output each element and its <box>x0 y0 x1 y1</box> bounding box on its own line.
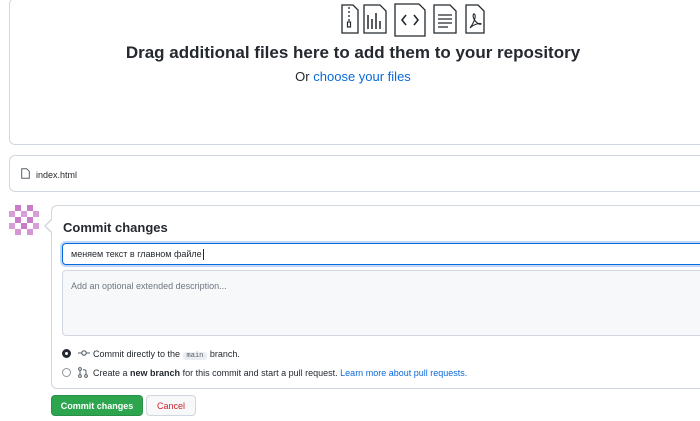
avatar <box>9 205 39 235</box>
commit-direct-prefix: Commit directly to the <box>93 349 181 359</box>
commit-summary-input[interactable]: меняем текст в главном файле <box>62 243 700 265</box>
branch-name-badge: main <box>182 352 208 360</box>
commit-changes-button[interactable]: Commit changes <box>51 395 143 416</box>
new-branch-bold: new branch <box>130 368 181 378</box>
file-chart-icon <box>363 4 387 34</box>
cancel-button[interactable]: Cancel <box>146 395 196 416</box>
radio-commit-direct[interactable] <box>62 349 71 358</box>
file-pdf-icon <box>465 4 485 34</box>
file-type-icons <box>10 3 700 37</box>
file-icon <box>21 168 30 179</box>
text-caret <box>202 249 204 261</box>
dropzone-or-text: Or <box>295 69 310 84</box>
description-placeholder: Add an optional extended description... <box>71 281 227 291</box>
file-list-row: index.html <box>9 155 700 192</box>
new-branch-prefix: Create a <box>93 368 128 378</box>
commit-title: Commit changes <box>63 220 168 235</box>
upload-dropzone[interactable]: Drag additional files here to add them t… <box>9 0 700 145</box>
new-branch-text: Create a new branch for this commit and … <box>93 368 467 378</box>
pull-request-icon <box>78 367 88 378</box>
learn-more-pr-link[interactable]: Learn more about pull requests. <box>340 368 467 378</box>
commit-summary-value: меняем текст в главном файле <box>71 249 202 259</box>
dropzone-subtitle: Or choose your files <box>4 69 700 84</box>
dropzone-title: Drag additional files here to add them t… <box>125 43 581 62</box>
file-code-icon <box>394 3 426 37</box>
git-commit-icon <box>78 350 90 356</box>
file-text-icon <box>433 4 457 34</box>
commit-form: Commit changes меняем текст в главном фа… <box>44 205 700 389</box>
radio-new-branch[interactable] <box>62 368 71 377</box>
commit-direct-text: Commit directly to the main branch. <box>93 349 240 360</box>
file-name: index.html <box>36 170 78 180</box>
file-zip-icon <box>341 4 359 34</box>
commit-direct-suffix: branch. <box>209 349 240 359</box>
new-branch-middle: for this commit and start a pull request… <box>182 368 338 378</box>
choose-files-link[interactable]: choose your files <box>313 69 411 84</box>
commit-description-textarea[interactable]: Add an optional extended description... <box>62 270 700 336</box>
